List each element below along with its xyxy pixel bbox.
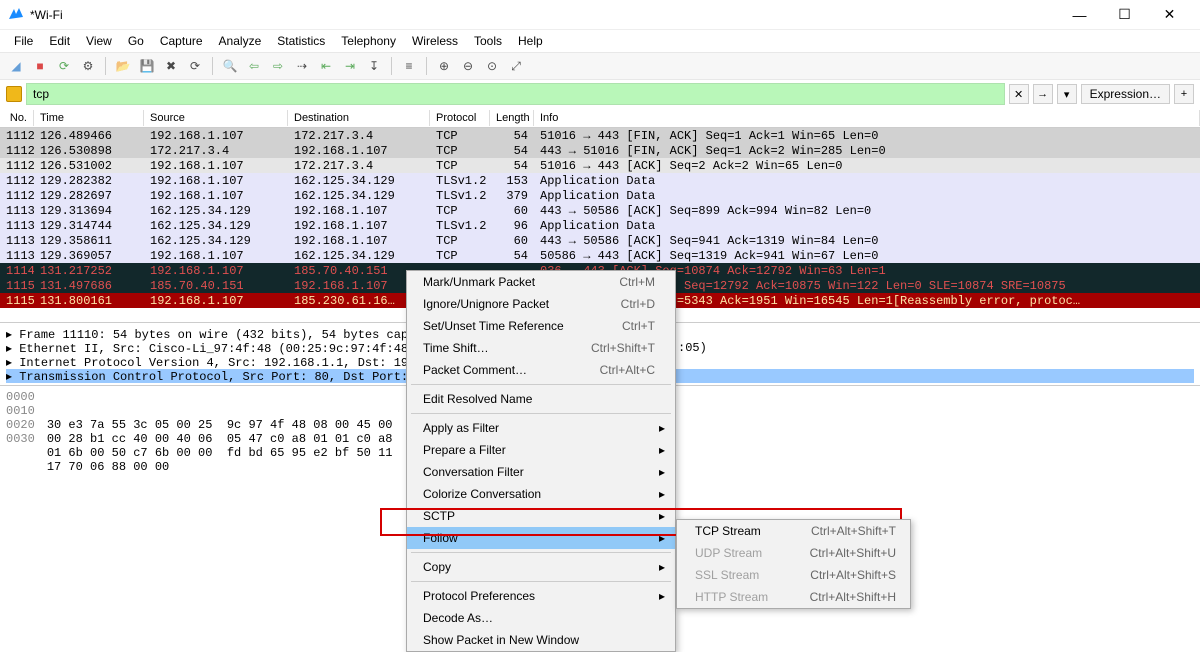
col-no[interactable]: No. (0, 110, 34, 126)
ctx-time-shift[interactable]: Time Shift…Ctrl+Shift+T (407, 337, 675, 359)
separator (411, 581, 671, 582)
separator (105, 57, 106, 75)
restart-capture-icon[interactable]: ⟳ (54, 56, 74, 76)
menu-telephony[interactable]: Telephony (333, 32, 404, 50)
title-bar: *Wi-Fi — ☐ ✕ (0, 0, 1200, 30)
filter-bar: ✕ → ▾ Expression… + (0, 80, 1200, 108)
zoom-out-icon[interactable]: ⊖ (458, 56, 478, 76)
menu-tools[interactable]: Tools (466, 32, 510, 50)
zoom-reset-icon[interactable]: ⊙ (482, 56, 502, 76)
window-title: *Wi-Fi (30, 8, 1057, 22)
close-button[interactable]: ✕ (1147, 0, 1192, 30)
menu-help[interactable]: Help (510, 32, 551, 50)
menu-edit[interactable]: Edit (41, 32, 78, 50)
ctx-edit-resolved-name[interactable]: Edit Resolved Name (407, 388, 675, 410)
resize-columns-icon[interactable]: ⤢ (506, 56, 526, 76)
col-length[interactable]: Length (490, 110, 534, 126)
ctx-sctp[interactable]: SCTP▸ (407, 505, 675, 527)
toolbar: ◢ ■ ⟳ ⚙ 📂 💾 ✖ ⟳ 🔍 ⇦ ⇨ ⇢ ⇤ ⇥ ↧ ≡ ⊕ ⊖ ⊙ ⤢ (0, 52, 1200, 80)
ctx-ignore-packet[interactable]: Ignore/Unignore PacketCtrl+D (407, 293, 675, 315)
ctx-show-in-new-window[interactable]: Show Packet in New Window (407, 629, 675, 651)
col-info[interactable]: Info (534, 110, 1200, 126)
follow-http-stream[interactable]: HTTP StreamCtrl+Alt+Shift+H (677, 586, 910, 608)
add-filter-button[interactable]: + (1174, 84, 1194, 104)
auto-scroll-icon[interactable]: ↧ (364, 56, 384, 76)
filter-history-button[interactable]: ▾ (1057, 84, 1077, 104)
clear-filter-button[interactable]: ✕ (1009, 84, 1029, 104)
bookmark-icon[interactable] (6, 86, 22, 102)
hex-offsets: 0000001000200030 (6, 390, 35, 502)
packet-row[interactable]: 11128129.282697192.168.1.107162.125.34.1… (0, 188, 1200, 203)
packet-row[interactable]: 11133129.314744162.125.34.129192.168.1.1… (0, 218, 1200, 233)
col-source[interactable]: Source (144, 110, 288, 126)
ctx-packet-comment[interactable]: Packet Comment…Ctrl+Alt+C (407, 359, 675, 381)
find-icon[interactable]: 🔍 (220, 56, 240, 76)
packet-row[interactable]: 11138129.369057192.168.1.107162.125.34.1… (0, 248, 1200, 263)
save-file-icon[interactable]: 💾 (137, 56, 157, 76)
menu-go[interactable]: Go (120, 32, 152, 50)
separator (212, 57, 213, 75)
separator (411, 552, 671, 553)
ctx-time-reference[interactable]: Set/Unset Time ReferenceCtrl+T (407, 315, 675, 337)
follow-submenu[interactable]: TCP StreamCtrl+Alt+Shift+T UDP StreamCtr… (676, 519, 911, 609)
capture-options-icon[interactable]: ⚙ (78, 56, 98, 76)
start-capture-icon[interactable]: ◢ (6, 56, 26, 76)
context-menu[interactable]: Mark/Unmark PacketCtrl+M Ignore/Unignore… (406, 270, 676, 652)
ctx-copy[interactable]: Copy▸ (407, 556, 675, 578)
menu-view[interactable]: View (78, 32, 120, 50)
packet-row[interactable]: 11127129.282382192.168.1.107162.125.34.1… (0, 173, 1200, 188)
zoom-in-icon[interactable]: ⊕ (434, 56, 454, 76)
separator (426, 57, 427, 75)
ctx-protocol-preferences[interactable]: Protocol Preferences▸ (407, 585, 675, 607)
col-time[interactable]: Time (34, 110, 144, 126)
hex-bytes: 30 e3 7a 55 3c 05 00 25 9c 97 4f 48 08 0… (47, 390, 393, 502)
packet-row[interactable]: 11126126.531002192.168.1.107172.217.3.4T… (0, 158, 1200, 173)
menu-analyze[interactable]: Analyze (211, 32, 270, 50)
packet-list-header: No. Time Source Destination Protocol Len… (0, 108, 1200, 128)
expression-button[interactable]: Expression… (1081, 84, 1170, 104)
maximize-button[interactable]: ☐ (1102, 0, 1147, 30)
reload-icon[interactable]: ⟳ (185, 56, 205, 76)
packet-row[interactable]: 11124126.489466192.168.1.107172.217.3.4T… (0, 128, 1200, 143)
ctx-mark-packet[interactable]: Mark/Unmark PacketCtrl+M (407, 271, 675, 293)
apply-filter-button[interactable]: → (1033, 84, 1053, 104)
ctx-colorize-conversation[interactable]: Colorize Conversation▸ (407, 483, 675, 505)
menu-file[interactable]: File (6, 32, 41, 50)
col-protocol[interactable]: Protocol (430, 110, 490, 126)
packet-row[interactable]: 11132129.313694162.125.34.129192.168.1.1… (0, 203, 1200, 218)
menu-wireless[interactable]: Wireless (404, 32, 466, 50)
display-filter-input[interactable] (26, 83, 1005, 105)
ctx-conversation-filter[interactable]: Conversation Filter▸ (407, 461, 675, 483)
go-forward-icon[interactable]: ⇨ (268, 56, 288, 76)
menu-bar: File Edit View Go Capture Analyze Statis… (0, 30, 1200, 52)
go-to-packet-icon[interactable]: ⇢ (292, 56, 312, 76)
packet-row[interactable]: 11125126.530898172.217.3.4192.168.1.107T… (0, 143, 1200, 158)
follow-ssl-stream[interactable]: SSL StreamCtrl+Alt+Shift+S (677, 564, 910, 586)
go-back-icon[interactable]: ⇦ (244, 56, 264, 76)
follow-udp-stream[interactable]: UDP StreamCtrl+Alt+Shift+U (677, 542, 910, 564)
open-file-icon[interactable]: 📂 (113, 56, 133, 76)
follow-tcp-stream[interactable]: TCP StreamCtrl+Alt+Shift+T (677, 520, 910, 542)
ctx-decode-as[interactable]: Decode As… (407, 607, 675, 629)
ctx-apply-as-filter[interactable]: Apply as Filter▸ (407, 417, 675, 439)
separator (411, 384, 671, 385)
ctx-prepare-filter[interactable]: Prepare a Filter▸ (407, 439, 675, 461)
close-file-icon[interactable]: ✖ (161, 56, 181, 76)
packet-row[interactable]: 11137129.358611162.125.34.129192.168.1.1… (0, 233, 1200, 248)
menu-statistics[interactable]: Statistics (269, 32, 333, 50)
minimize-button[interactable]: — (1057, 0, 1102, 30)
separator (391, 57, 392, 75)
stop-capture-icon[interactable]: ■ (30, 56, 50, 76)
separator (411, 413, 671, 414)
last-packet-icon[interactable]: ⇥ (340, 56, 360, 76)
col-destination[interactable]: Destination (288, 110, 430, 126)
first-packet-icon[interactable]: ⇤ (316, 56, 336, 76)
colorize-icon[interactable]: ≡ (399, 56, 419, 76)
ctx-follow[interactable]: Follow▸ (407, 527, 675, 549)
menu-capture[interactable]: Capture (152, 32, 211, 50)
wireshark-icon (8, 7, 24, 23)
